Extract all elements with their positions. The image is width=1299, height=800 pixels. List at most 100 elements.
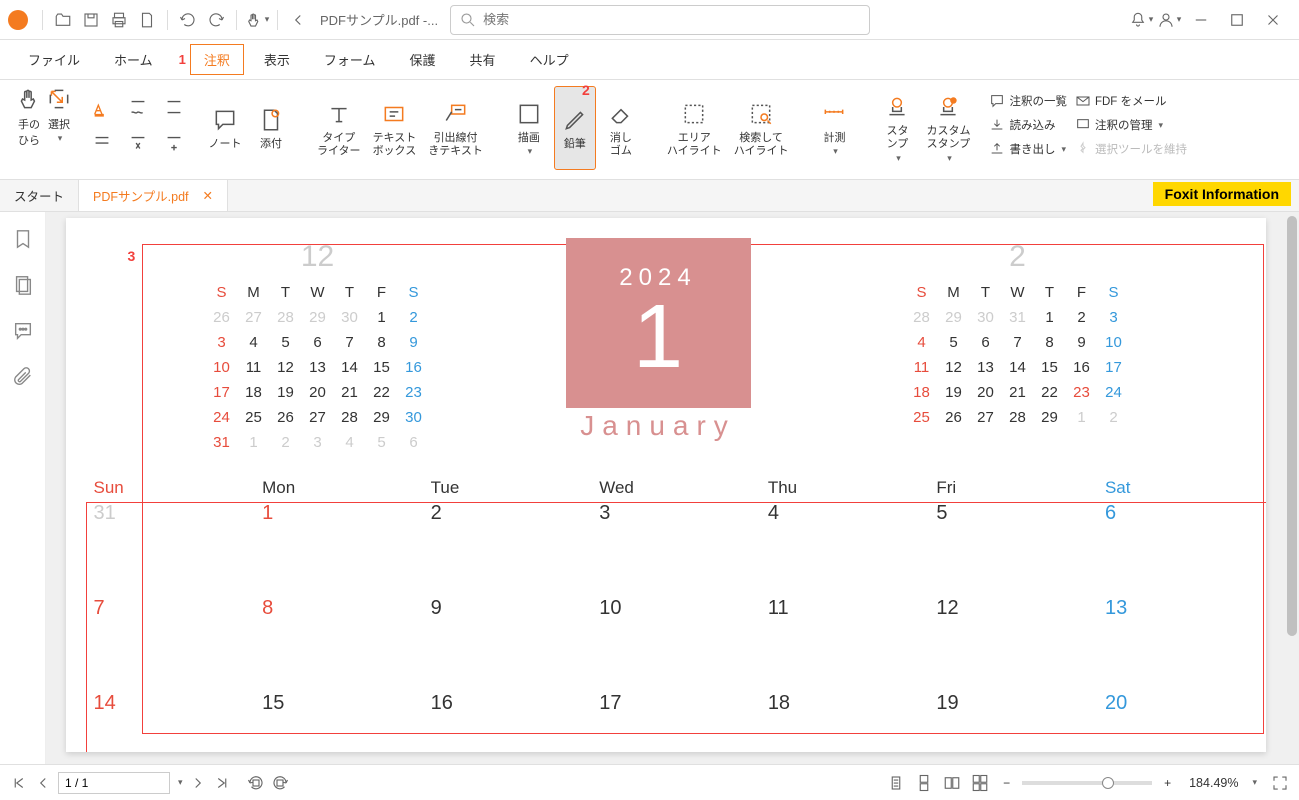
search-box[interactable] (450, 5, 870, 35)
rotate-ccw-icon[interactable] (247, 774, 265, 792)
redo-icon[interactable] (202, 6, 230, 34)
save-icon[interactable] (77, 6, 105, 34)
next-page-icon[interactable] (189, 774, 207, 792)
calendar-grid-border (86, 502, 1266, 752)
facing-view-icon[interactable] (941, 772, 963, 794)
text-markup-group (87, 86, 189, 158)
chevron-down-icon: ▾ (265, 14, 270, 25)
menu-form[interactable]: フォーム (310, 44, 390, 75)
status-bar: ▾ − + 184.49% ▾ (0, 764, 1299, 800)
annotation-marker-2: 2 (582, 82, 590, 98)
highlight-icon[interactable] (87, 92, 117, 122)
continuous-view-icon[interactable] (913, 772, 935, 794)
document-tab[interactable]: PDFサンプル.pdf✕ (79, 180, 228, 211)
page-input[interactable] (58, 772, 170, 794)
continuous-facing-view-icon[interactable] (969, 772, 991, 794)
maximize-button[interactable] (1219, 2, 1255, 38)
ribbon-toolbar: 2 手のひら 選択▾ ノート 添付 タイプライター テキストボックス 引出線付き… (0, 80, 1299, 180)
search-icon (459, 11, 477, 29)
fdf-mail-button[interactable]: FDF をメール (1075, 90, 1187, 112)
annotation-manage-button[interactable]: 注釈の管理 ▾ (1075, 114, 1187, 136)
annotation-manage-group: 注釈の一覧 読み込み 書き出し ▾ (989, 86, 1067, 160)
attachments-icon[interactable] (12, 366, 34, 388)
foxit-info-banner[interactable]: Foxit Information (1153, 182, 1291, 206)
draw-button[interactable]: 描画▾ (508, 86, 550, 170)
squiggly-icon[interactable] (123, 92, 153, 122)
menu-comment[interactable]: 注釈 (190, 44, 244, 75)
replace-text-icon[interactable] (123, 128, 153, 158)
open-icon[interactable] (49, 6, 77, 34)
menu-protect[interactable]: 保護 (396, 44, 450, 75)
mini-calendar-prev: 12SMTWTFS2627282930123456789101112131415… (206, 240, 430, 455)
search-input[interactable] (483, 12, 861, 27)
zoom-dropdown-icon[interactable]: ▾ (1252, 777, 1257, 788)
print-icon[interactable] (105, 6, 133, 34)
page-dropdown-icon[interactable]: ▾ (178, 777, 183, 788)
vertical-scrollbar[interactable] (1285, 212, 1299, 764)
workspace: 3 2024 1 January 12SMTWTFS26272829301234… (0, 212, 1299, 764)
annotation-manage-group-2: FDF をメール 注釈の管理 ▾ 選択ツールを維持 (1075, 86, 1187, 160)
hand-tool-icon[interactable]: ▾ (243, 6, 271, 34)
zoom-slider[interactable] (1022, 781, 1152, 785)
page-icon[interactable] (133, 6, 161, 34)
zoom-out-icon[interactable]: − (1003, 776, 1010, 790)
month-header: 2024 1 (566, 238, 751, 408)
pdf-page: 3 2024 1 January 12SMTWTFS26272829301234… (66, 218, 1266, 752)
zoom-in-icon[interactable]: + (1164, 776, 1171, 790)
close-button[interactable] (1255, 2, 1291, 38)
document-title: PDFサンプル.pdf -... (320, 10, 438, 29)
fullscreen-icon[interactable] (1271, 774, 1289, 792)
custom-stamp-button[interactable]: カスタムスタンプ▾ (922, 86, 974, 170)
textbox-button[interactable]: テキストボックス (369, 86, 421, 170)
app-logo-icon (8, 10, 28, 30)
bookmark-icon[interactable] (12, 228, 34, 250)
close-tab-icon[interactable]: ✕ (203, 188, 213, 203)
annotation-list-button[interactable]: 注釈の一覧 (989, 90, 1067, 112)
search-highlight-button[interactable]: 検索してハイライト (730, 86, 793, 170)
note-button[interactable]: ノート (204, 86, 246, 170)
single-page-view-icon[interactable] (885, 772, 907, 794)
undo-icon[interactable] (174, 6, 202, 34)
minimize-button[interactable] (1183, 2, 1219, 38)
keep-select-button[interactable]: 選択ツールを維持 (1075, 138, 1187, 160)
document-tab-bar: スタート PDFサンプル.pdf✕ ▾ Foxit Information (0, 180, 1299, 212)
scrollbar-thumb[interactable] (1287, 216, 1297, 636)
user-icon[interactable]: ▾ (1155, 6, 1183, 34)
stamp-button[interactable]: スタンプ▾ (876, 86, 918, 170)
hand-tool-button[interactable]: 手のひら (16, 86, 42, 170)
menu-home[interactable]: ホーム (100, 44, 167, 75)
first-page-icon[interactable] (10, 774, 28, 792)
callout-button[interactable]: 引出線付きテキスト (424, 86, 487, 170)
menu-help[interactable]: ヘルプ (516, 44, 583, 75)
area-highlight-button[interactable]: エリアハイライト (663, 86, 726, 170)
zoom-value: 184.49% (1189, 776, 1238, 790)
last-page-icon[interactable] (213, 774, 231, 792)
menu-share[interactable]: 共有 (456, 44, 510, 75)
prev-page-icon[interactable] (34, 774, 52, 792)
menu-file[interactable]: ファイル (14, 44, 94, 75)
import-button[interactable]: 読み込み (989, 114, 1067, 136)
attach-button[interactable]: 添付 (250, 86, 292, 170)
rotate-cw-icon[interactable] (271, 774, 289, 792)
comments-icon[interactable] (12, 320, 34, 342)
mini-calendar-next: 2SMTWTFS28293031123456789101112131415161… (906, 240, 1130, 430)
prev-icon[interactable] (284, 6, 312, 34)
month-name: January (566, 410, 751, 442)
strikeout-icon[interactable] (87, 128, 117, 158)
zoom-knob[interactable] (1102, 777, 1114, 789)
pencil-button[interactable]: 鉛筆 (554, 86, 596, 170)
select-tool-button[interactable]: 選択▾ (46, 86, 72, 170)
pages-icon[interactable] (12, 274, 34, 296)
export-button[interactable]: 書き出し ▾ (989, 138, 1067, 160)
menu-view[interactable]: 表示 (250, 44, 304, 75)
navigation-sidebar (0, 212, 46, 764)
underline-icon[interactable] (159, 92, 189, 122)
bell-icon[interactable]: ▾ (1127, 6, 1155, 34)
annotation-marker-3: 3 (128, 248, 136, 264)
start-tab[interactable]: スタート (0, 180, 79, 211)
measure-button[interactable]: 計測▾ (813, 86, 855, 170)
typewriter-button[interactable]: タイプライター (313, 86, 365, 170)
eraser-button[interactable]: 消しゴム (600, 86, 642, 170)
page-viewer[interactable]: 3 2024 1 January 12SMTWTFS26272829301234… (46, 212, 1285, 764)
insert-text-icon[interactable] (159, 128, 189, 158)
